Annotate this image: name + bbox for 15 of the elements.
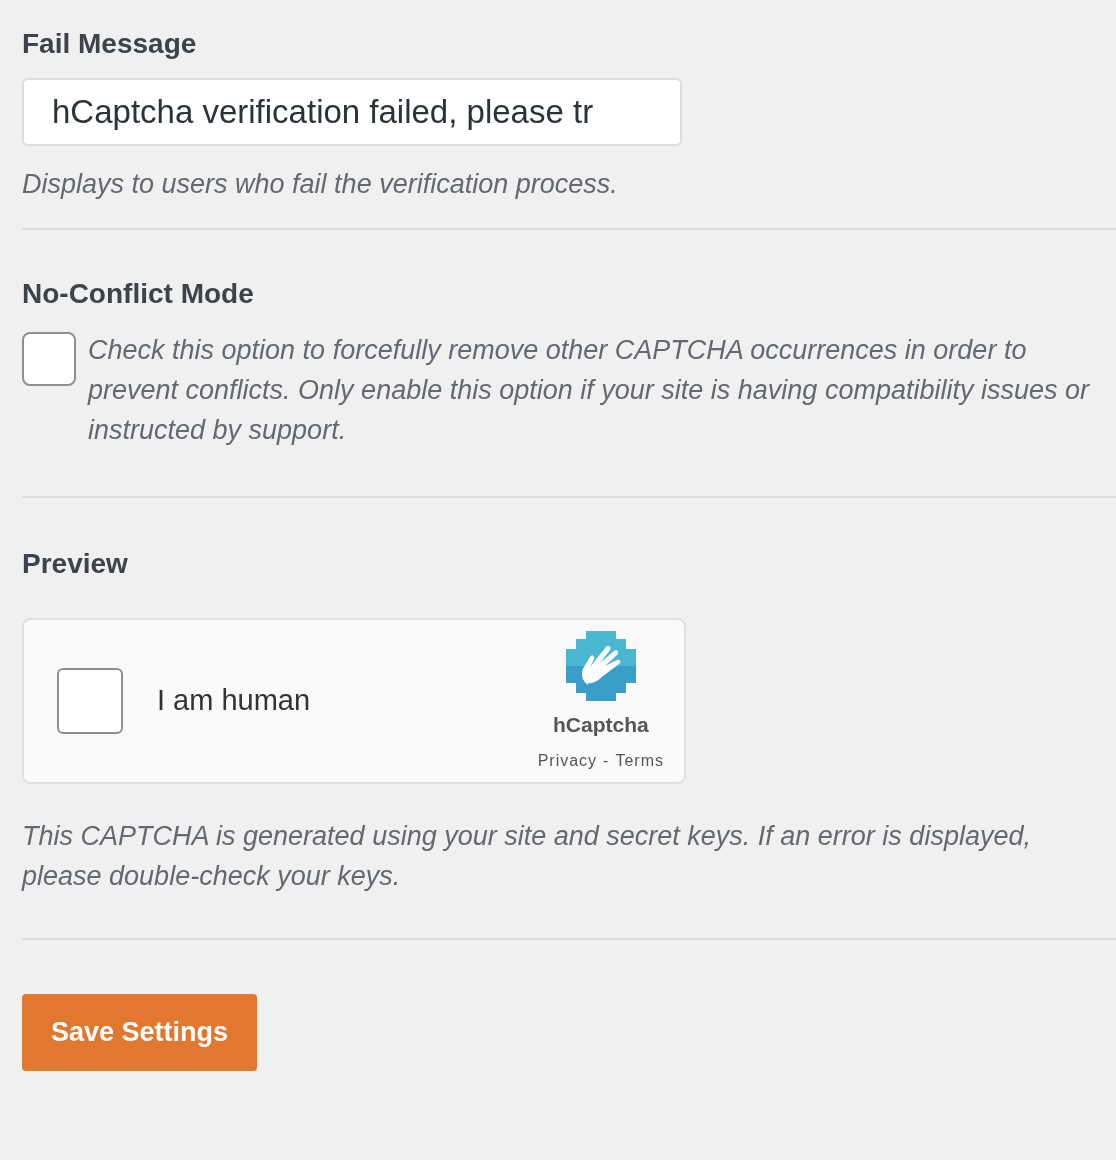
hand-logo-icon [563, 629, 638, 704]
option-description: Check this option to forcefully remove other CAPTCHA occurrences in order to prevent conflicts. Only enable this option if your site is having compatibility issues or instructed by support. [88, 334, 1091, 447]
link-separator: - [603, 750, 610, 771]
message-input-field[interactable]: hCaptcha verification failed, please tr [22, 78, 682, 146]
section-heading: Preview [22, 547, 129, 581]
field-description: Displays to users who fail the verification process. [22, 168, 619, 201]
checkbox[interactable] [22, 332, 76, 386]
checkbox[interactable] [57, 668, 123, 734]
terms-link[interactable]: Terms [615, 748, 664, 773]
checkbox-label: I am human [157, 683, 312, 719]
preview-description: This CAPTCHA is generated using your site and secret keys. If an error is displayed, please double-check your keys. [22, 820, 1032, 893]
section-heading: No-Conflict Mode [22, 277, 255, 311]
privacy-link[interactable]: Privacy [537, 748, 598, 773]
section-heading: Fail Message [22, 27, 198, 61]
brand-name: hCaptcha [553, 712, 649, 739]
